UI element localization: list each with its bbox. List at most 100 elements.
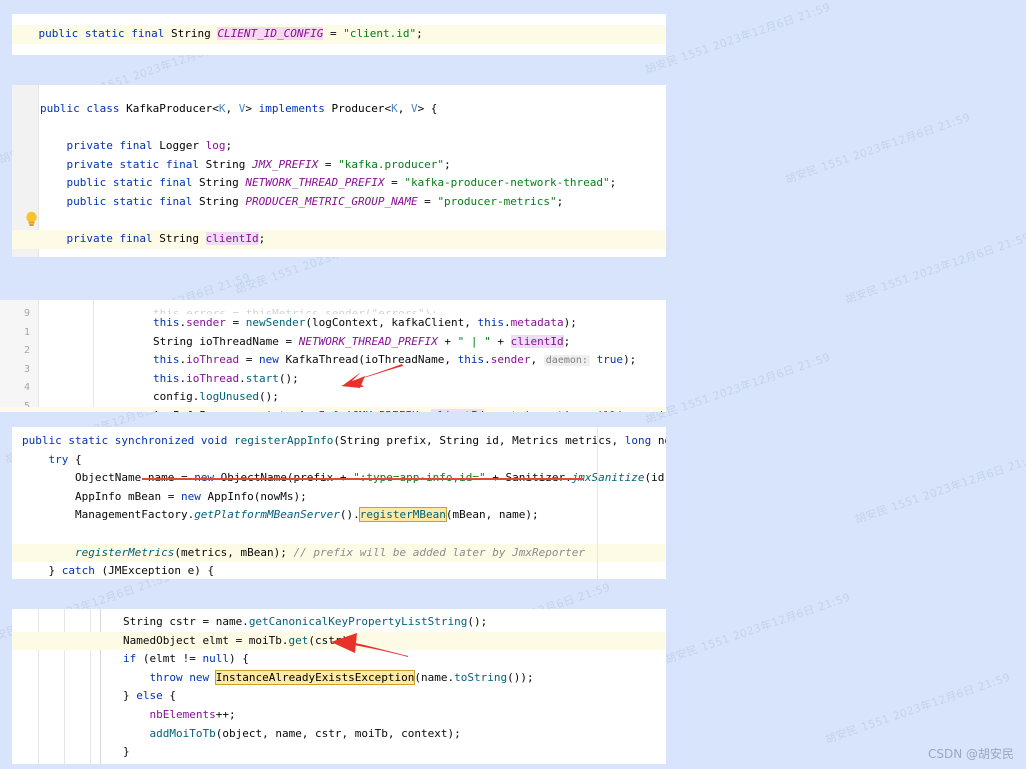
- code-token: ) {: [228, 652, 249, 666]
- code-line[interactable]: this. ioThread = new KafkaThread(ioThread…: [100, 351, 666, 370]
- code-token: private: [66, 232, 113, 246]
- code-token: metadata: [510, 316, 564, 329]
- code-content[interactable]: public class KafkaProducer< K, V > impleme…: [12, 85, 666, 249]
- bg-watermark: 胡安民 1551 2023年12月6日 21:59: [853, 450, 1026, 527]
- intention-bulb-icon[interactable]: [24, 211, 39, 232]
- code-token: (name.: [414, 670, 455, 684]
- code-line[interactable]: this. sender = newSender(logContext, kafk…: [100, 314, 666, 333]
- code-token: addMoiToTb: [149, 726, 216, 740]
- code-token: +: [437, 334, 458, 348]
- code-line[interactable]: String ioThreadName = NETWORK_THREAD_PRE…: [100, 333, 666, 352]
- code-line[interactable]: nbElements++;: [70, 706, 666, 725]
- code-token: String: [199, 194, 239, 208]
- code-line[interactable]: throw new InstanceAlreadyExistsException…: [70, 669, 666, 688]
- code-token: JMX_PREFIX: [251, 157, 319, 171]
- code-token: daemon:: [543, 355, 590, 367]
- code-token: ().: [339, 508, 360, 522]
- code-token: this: [152, 316, 180, 329]
- code-token: static: [84, 27, 125, 40]
- code-token: CLIENT_ID_CONFIG: [217, 27, 324, 40]
- code-token: V: [410, 102, 418, 115]
- code-token: toString: [454, 670, 508, 684]
- code-line[interactable]: public static final String CLIENT_ID_CON…: [12, 25, 666, 44]
- bg-watermark: 胡安民 1551 2023年12月6日 21:59: [783, 110, 973, 187]
- code-token: String: [159, 232, 199, 246]
- code-line[interactable]: public static final String NETWORK_THREA…: [40, 174, 666, 193]
- code-token: // prefix will be added later by JmxRepo…: [293, 545, 585, 559]
- code-line[interactable]: config.logUnused();: [100, 388, 666, 407]
- code-line[interactable]: [40, 119, 666, 138]
- code-line[interactable]: } catch (JMException e) {: [22, 562, 666, 579]
- code-token: registerMetrics: [74, 545, 175, 559]
- code-token: ,: [418, 409, 431, 412]
- code-line[interactable]: } else {: [70, 687, 666, 706]
- code-token: log: [205, 139, 226, 153]
- code-token: id, Metrics metrics,: [479, 434, 625, 447]
- code-line[interactable]: try {: [22, 451, 666, 470]
- code-token: " | ": [457, 334, 491, 348]
- code-line[interactable]: public static synchronized void register…: [22, 432, 666, 451]
- code-token: getPlatformMBeanServer: [194, 508, 340, 522]
- bg-watermark: 胡安民 1551 2023年12月6日 21:59: [663, 590, 853, 667]
- code-token: (JMException e) {: [94, 564, 215, 578]
- code-token: }: [70, 745, 130, 759]
- code-line[interactable]: ManagementFactory.getPlatformMBeanServer…: [22, 506, 666, 525]
- code-content[interactable]: this.errors = thisMetrics.sender("errors…: [0, 300, 666, 412]
- code-token: "kafka-producer-network-thread": [404, 176, 610, 190]
- code-line[interactable]: if (elmt != null) {: [70, 650, 666, 669]
- code-line[interactable]: [40, 212, 666, 231]
- code-line[interactable]: this.errors = thisMetrics.sender("errors…: [100, 305, 666, 314]
- code-line[interactable]: AppInfo mBean = new AppInfo(nowMs);: [22, 488, 666, 507]
- code-token: (mBean, name);: [445, 508, 539, 522]
- code-line[interactable]: NamedObject elmt = moiTb.get(cstr);: [12, 631, 666, 651]
- code-token: synchronized: [114, 434, 195, 447]
- code-token: ;: [444, 157, 451, 171]
- code-line[interactable]: private static final String JMX_PREFIX =…: [40, 156, 666, 175]
- code-line[interactable]: [22, 525, 666, 544]
- code-line[interactable]: }: [70, 743, 666, 762]
- code-token: {: [68, 452, 82, 466]
- code-line[interactable]: this.ioThread.start();: [100, 370, 666, 389]
- code-token: metrics: [497, 409, 543, 412]
- code-content[interactable]: public static synchronized void register…: [12, 427, 666, 579]
- code-line[interactable]: AppInfoParser.registerAppInfo(JMX_PREFIX…: [0, 406, 666, 412]
- code-token: (id));: [644, 471, 666, 485]
- code-line[interactable]: public class KafkaProducer< K, V > impleme…: [40, 100, 666, 119]
- code-token: catch: [61, 564, 95, 578]
- code-token: ioThread: [186, 353, 240, 367]
- code-token: new: [258, 353, 279, 367]
- code-line[interactable]: registerMetrics(metrics, mBean); // pref…: [12, 543, 666, 563]
- code-token: NETWORK_THREAD_PREFIX: [245, 176, 385, 190]
- code-token: static: [119, 157, 160, 171]
- code-line[interactable]: ObjectName name = new ObjectName(prefix …: [22, 469, 666, 488]
- code-line[interactable]: addMoiToTb(object, name, cstr, moiTb, co…: [70, 725, 666, 744]
- code-token: newSender: [245, 316, 306, 329]
- code-line[interactable]: private final Logger log;: [40, 137, 666, 156]
- code-token: void: [200, 434, 228, 447]
- code-content[interactable]: public static final String CLIENT_ID_CON…: [12, 14, 666, 44]
- code-content[interactable]: String cstr = name.getCanonicalKeyProper…: [12, 609, 666, 764]
- code-line[interactable]: String cstr = name.getCanonicalKeyProper…: [70, 613, 666, 632]
- code-line[interactable]: }: [70, 762, 666, 765]
- code-token: prefix,: [379, 434, 440, 447]
- code-line[interactable]: public static final String PRODUCER_METR…: [40, 193, 666, 212]
- code-token: config.: [100, 390, 200, 404]
- code-line[interactable]: private final String clientId;: [12, 230, 666, 249]
- code-token: (: [345, 409, 352, 412]
- code-token: ();: [467, 615, 488, 628]
- code-line[interactable]: [40, 91, 666, 100]
- code-token: ,: [484, 409, 497, 412]
- code-token: > {: [417, 102, 438, 115]
